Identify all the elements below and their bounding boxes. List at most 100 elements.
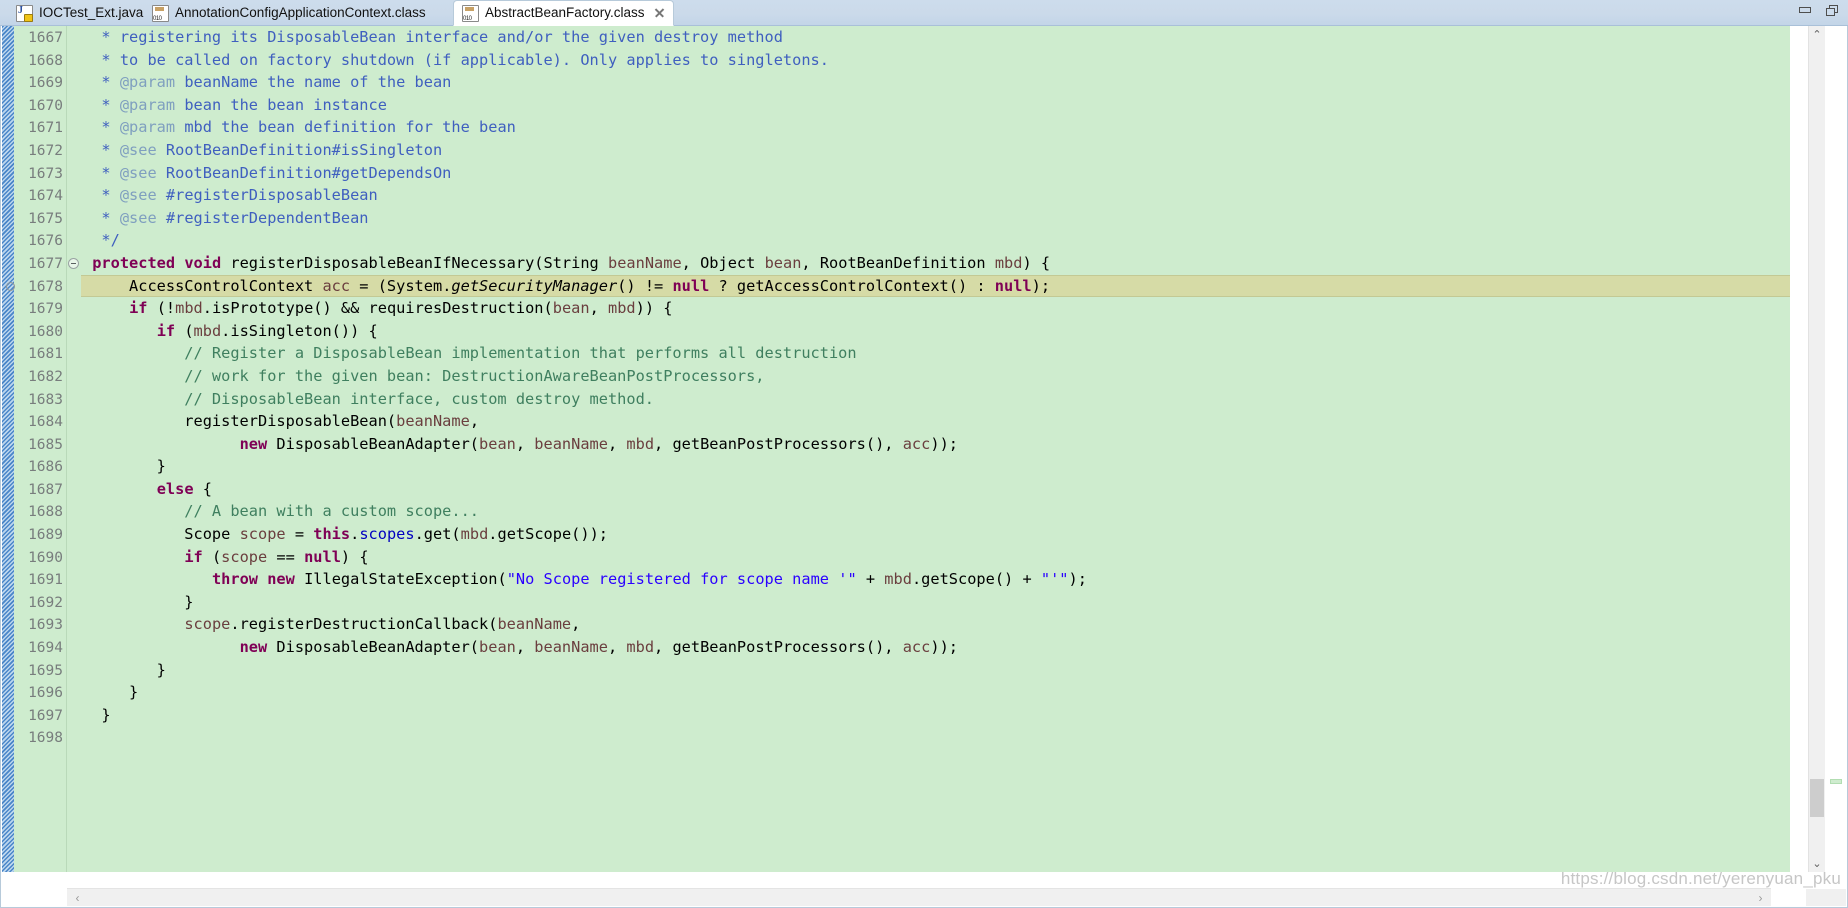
editor-tab-0[interactable]: IOCTest_Ext.java xyxy=(8,0,151,26)
code-line[interactable]: * @param beanName the name of the bean xyxy=(81,71,1790,94)
code-token: ( xyxy=(175,321,194,340)
code-token: // A bean with a custom scope... xyxy=(83,502,480,521)
code-line[interactable]: * @see #registerDisposableBean xyxy=(81,184,1790,207)
line-number: 1677 xyxy=(28,255,63,272)
source-editor[interactable]: 1667 1668 1669 1670 1671 1672 1673 1674 1675 1676… xyxy=(0,26,1848,908)
code-token: (! xyxy=(147,299,176,318)
fold-collapse-icon[interactable] xyxy=(68,258,79,269)
code-token: beanName xyxy=(607,253,682,272)
scroll-down-icon[interactable]: ⌄ xyxy=(1809,855,1825,872)
code-line[interactable]: if (mbd.isSingleton()) { xyxy=(81,320,1790,343)
code-line[interactable]: // DisposableBean interface, custom dest… xyxy=(81,388,1790,411)
code-token: ); xyxy=(1031,276,1051,295)
java-file-icon xyxy=(16,4,33,22)
code-token: mbd xyxy=(884,570,912,589)
code-line[interactable]: * @see RootBeanDefinition#getDependsOn xyxy=(81,162,1790,185)
code-line[interactable]: scope.registerDestructionCallback(beanNa… xyxy=(81,613,1790,636)
code-token: registerDisposableBean( xyxy=(83,412,397,431)
line-number: 1668 xyxy=(28,52,63,69)
code-token: */ xyxy=(83,231,120,250)
code-line[interactable]: new DisposableBeanAdapter(bean, beanName… xyxy=(81,433,1790,456)
code-token: { xyxy=(193,479,212,498)
code-line[interactable]: } xyxy=(81,659,1790,682)
scroll-up-icon[interactable]: ⌃ xyxy=(1809,26,1825,43)
code-token: null xyxy=(994,276,1032,295)
overview-ruler[interactable] xyxy=(1827,26,1845,872)
code-token: mbd xyxy=(626,638,655,657)
code-line[interactable]: * @param bean the bean instance xyxy=(81,94,1790,117)
code-line[interactable]: if (scope == null) { xyxy=(81,546,1790,569)
code-token: )); xyxy=(930,434,958,453)
tab-close-icon[interactable] xyxy=(653,7,665,19)
code-token: acc xyxy=(902,434,931,453)
code-line[interactable]: } xyxy=(81,704,1790,727)
horizontal-scrollbar[interactable]: ‹ › xyxy=(67,888,1771,906)
code-token: , xyxy=(571,615,581,634)
code-token: else xyxy=(156,479,194,498)
line-number: 1695 xyxy=(28,662,63,679)
code-token: , Object xyxy=(681,253,765,272)
code-token: beanName xyxy=(497,615,572,634)
code-line[interactable] xyxy=(81,726,1790,749)
line-number: 1678 xyxy=(28,278,63,295)
code-token: .get( xyxy=(414,525,461,544)
code-line[interactable]: if (!mbd.isPrototype() && requiresDestru… xyxy=(81,297,1790,320)
code-token: registerDisposableBeanIfNecessary(String xyxy=(221,253,608,272)
code-token: // Register a DisposableBean implementat… xyxy=(83,344,857,363)
code-line[interactable]: Scope scope = this.scopes.get(mbd.getSco… xyxy=(81,523,1790,546)
line-number: 1698 xyxy=(28,730,63,747)
code-token: , xyxy=(589,299,608,318)
line-number: 1681 xyxy=(28,346,63,363)
code-token: #registerDisposableBean xyxy=(156,186,378,205)
line-number: 1672 xyxy=(28,142,63,159)
code-line[interactable]: new DisposableBeanAdapter(bean, beanName… xyxy=(81,636,1790,659)
code-token: new xyxy=(239,638,268,657)
code-line[interactable]: * to be called on factory shutdown (if a… xyxy=(81,49,1790,72)
code-line[interactable]: * registering its DisposableBean interfa… xyxy=(81,26,1790,49)
scroll-left-icon[interactable]: ‹ xyxy=(69,889,86,906)
code-line[interactable]: */ xyxy=(81,229,1790,252)
code-line[interactable]: else { xyxy=(81,478,1790,501)
code-line[interactable]: // work for the given bean: DestructionA… xyxy=(81,365,1790,388)
code-token: beanName xyxy=(534,638,608,657)
code-line[interactable]: } xyxy=(81,591,1790,614)
line-number: 1682 xyxy=(28,368,63,385)
editor-tab-2[interactable]: AbstractBeanFactory.class xyxy=(453,0,674,26)
minimize-icon[interactable] xyxy=(1798,4,1812,18)
code-token: @see xyxy=(119,208,157,227)
code-line[interactable]: registerDisposableBean(beanName, xyxy=(81,410,1790,433)
code-token: AccessControlContext xyxy=(83,276,323,295)
code-line[interactable]: // Register a DisposableBean implementat… xyxy=(81,342,1790,365)
code-token: mbd the bean definition for the bean xyxy=(175,118,516,137)
code-line[interactable]: AccessControlContext acc = (System.getSe… xyxy=(81,274,1790,298)
vertical-scroll-thumb[interactable] xyxy=(1810,779,1824,817)
code-token: } xyxy=(83,660,166,679)
code-line[interactable]: } xyxy=(81,455,1790,478)
scroll-right-icon[interactable]: › xyxy=(1752,889,1769,906)
code-token: "No Scope registered for scope name '" xyxy=(506,570,857,589)
editor-tab-1[interactable]: AnnotationConfigApplicationContext.class xyxy=(144,0,434,26)
code-token: RootBeanDefinition#isSingleton xyxy=(156,140,443,159)
vertical-scrollbar[interactable]: ⌃ ⌄ xyxy=(1808,26,1825,872)
line-number: 1679 xyxy=(28,301,63,318)
code-line[interactable]: throw new IllegalStateException("No Scop… xyxy=(81,568,1790,591)
code-line[interactable]: * @param mbd the bean definition for the… xyxy=(81,116,1790,139)
overview-marker xyxy=(1830,779,1842,784)
folding-column[interactable] xyxy=(6,26,81,872)
code-line[interactable]: * @see #registerDependentBean xyxy=(81,207,1790,230)
annotation-marker-icon[interactable] xyxy=(6,281,15,291)
code-token: IllegalStateException( xyxy=(294,570,507,589)
code-token: .isPrototype() && requiresDestruction( xyxy=(202,299,553,318)
code-line[interactable]: } xyxy=(81,681,1790,704)
code-token: ? getAccessControlContext() : xyxy=(709,276,995,295)
code-line[interactable]: protected void registerDisposableBeanIfN… xyxy=(81,252,1790,275)
code-line[interactable]: * @see RootBeanDefinition#isSingleton xyxy=(81,139,1790,162)
class-file-icon xyxy=(152,4,169,22)
code-line[interactable]: // A bean with a custom scope... xyxy=(81,500,1790,523)
line-number: 1689 xyxy=(28,527,63,544)
line-number: 1687 xyxy=(28,481,63,498)
code-area[interactable]: * registering its DisposableBean interfa… xyxy=(81,26,1790,872)
maximize-icon[interactable] xyxy=(1826,4,1840,18)
